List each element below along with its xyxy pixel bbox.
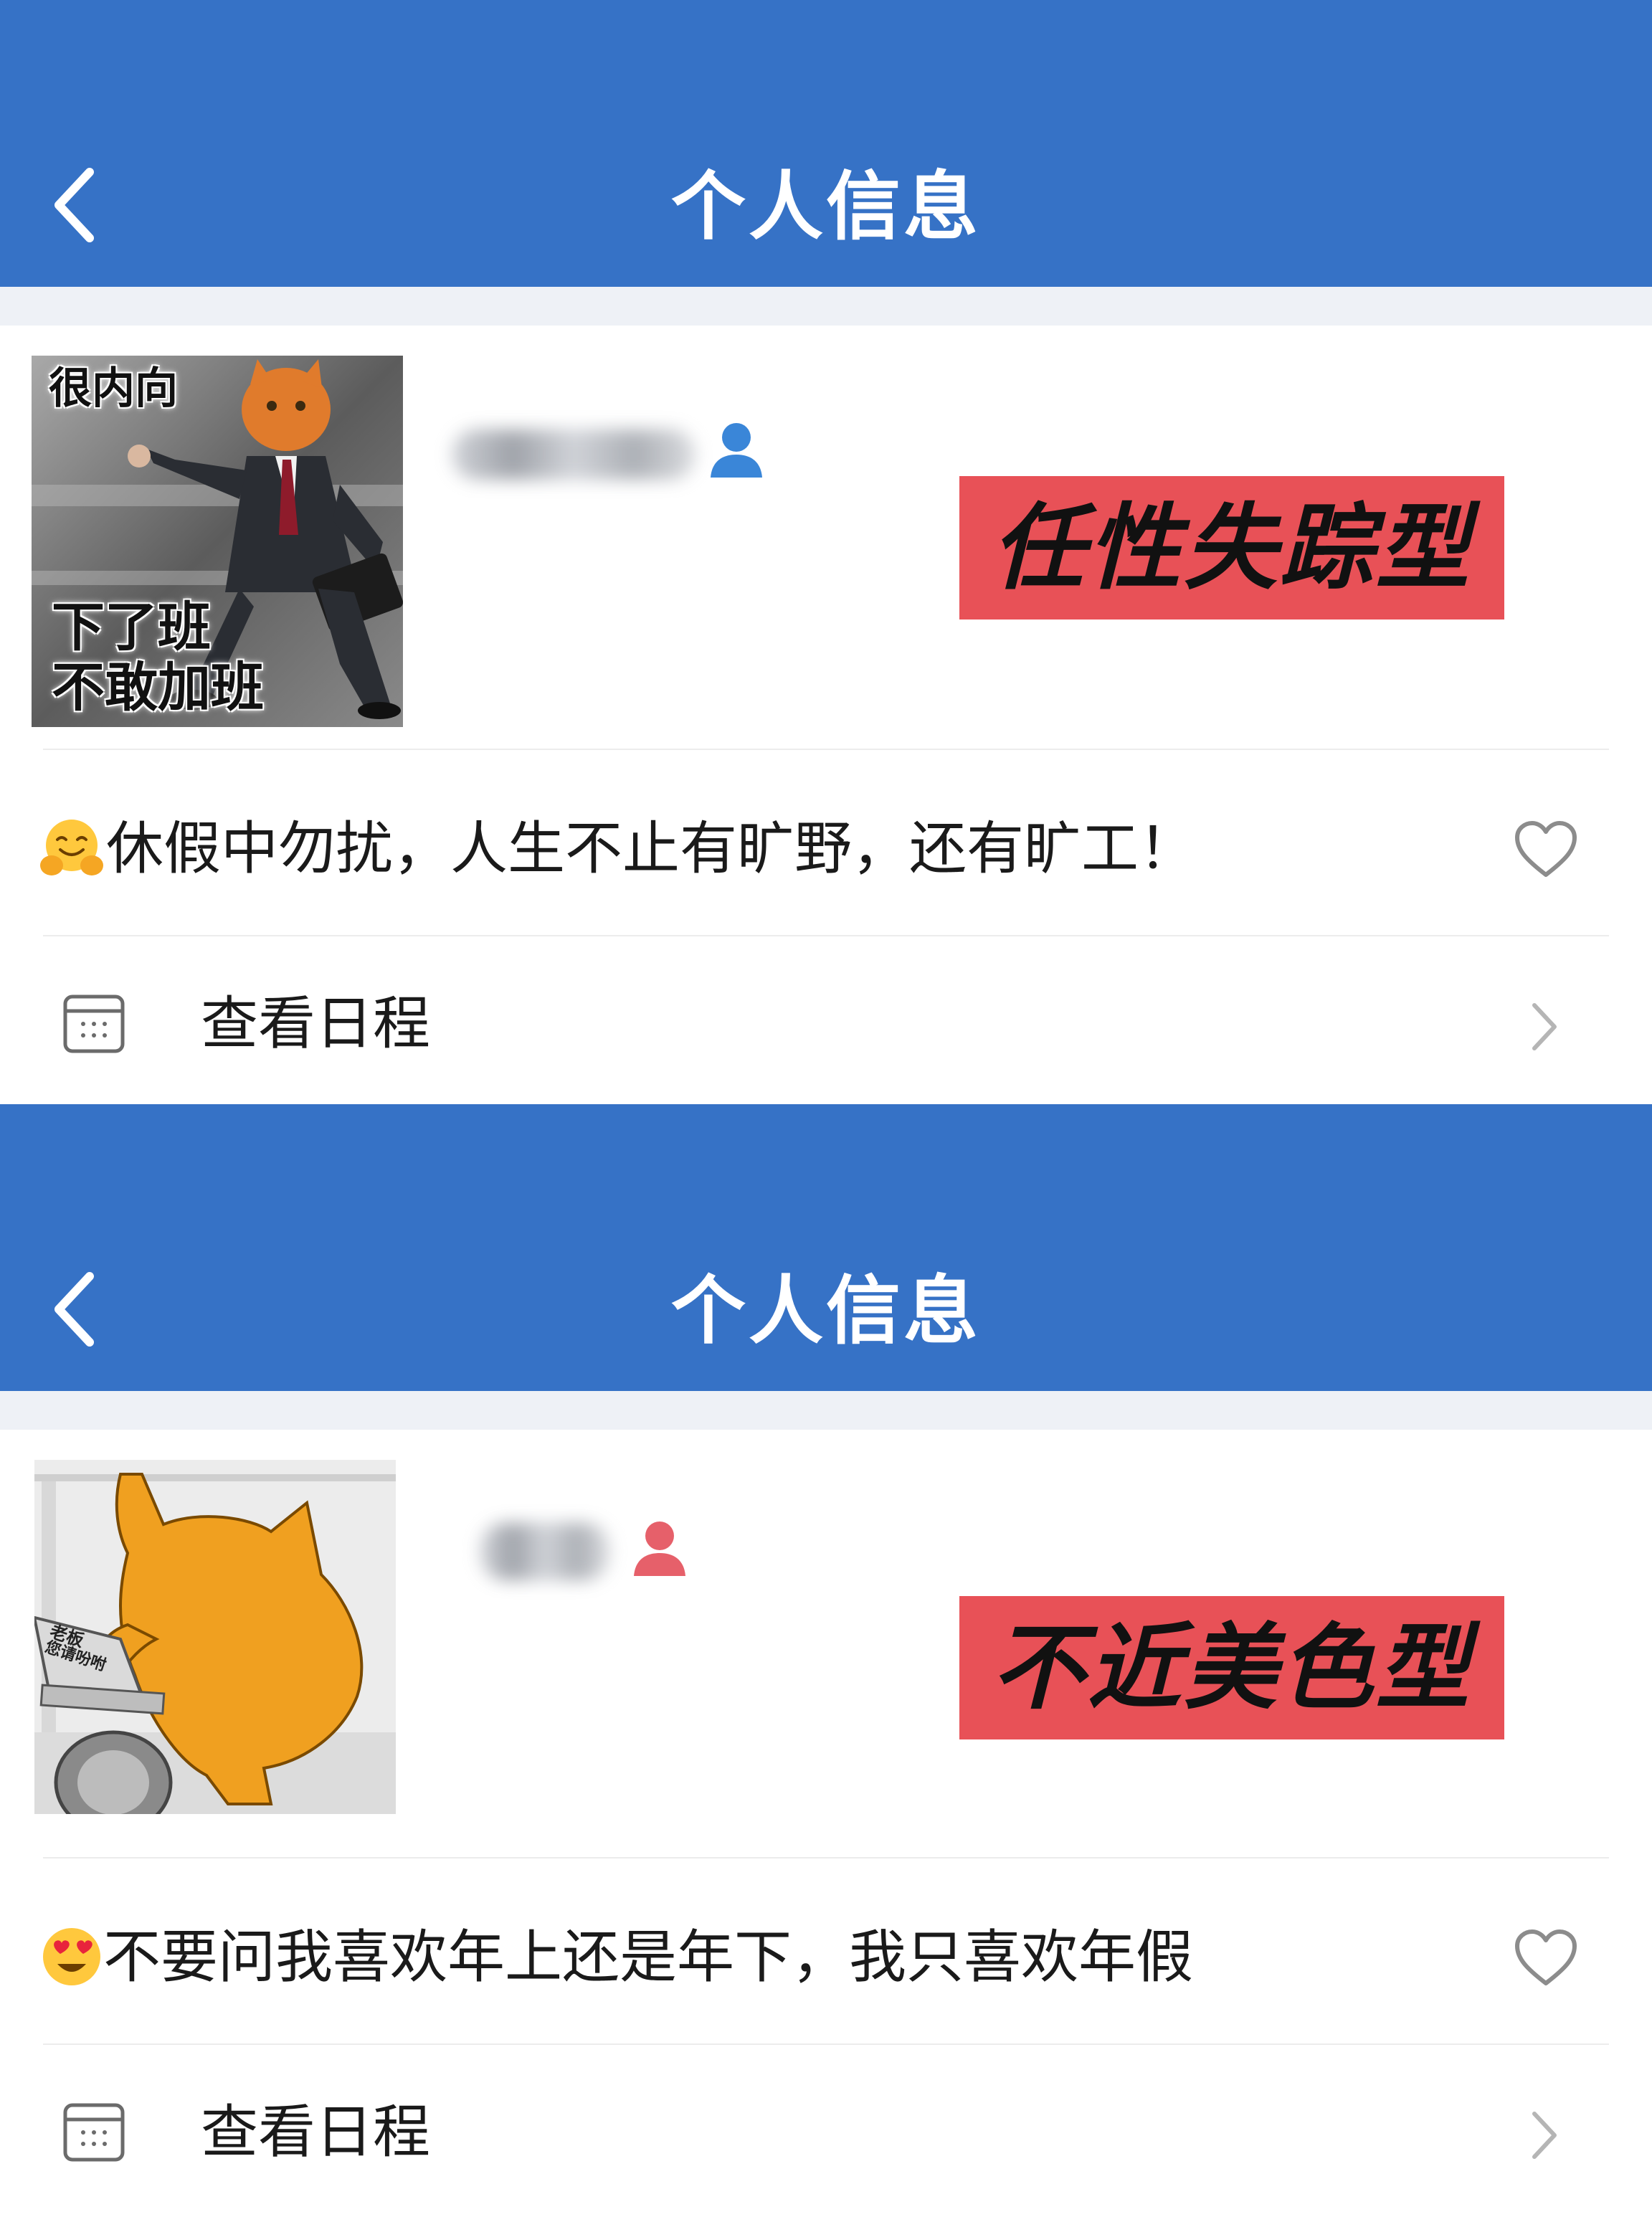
user-icon [634, 1521, 685, 1576]
avatar[interactable]: 很内向 下了班 不敢加班 [32, 356, 403, 727]
view-schedule-row[interactable]: 查看日程 [0, 2045, 1652, 2217]
profile-panel-1: 个人信息 很内向 下了班 不敢加班 任性失踪型 休假中勿扰，人生不止有旷野，还有… [0, 0, 1652, 1104]
heart-icon[interactable] [1513, 819, 1579, 879]
username-blurred [452, 429, 696, 480]
hugging-face-emoji-icon [40, 820, 103, 875]
avatar[interactable]: 老板 您请吩咐 [34, 1460, 396, 1814]
status-message: 休假中勿扰，人生不止有旷野，还有旷工！ [106, 815, 1196, 882]
avatar-caption-top: 很内向 [49, 364, 178, 414]
section-gap [0, 1391, 1652, 1430]
header-bar: 个人信息 [0, 1104, 1652, 1391]
heart-icon[interactable] [1513, 1927, 1579, 1988]
section-gap [0, 287, 1652, 326]
header-bar: 个人信息 [0, 0, 1652, 287]
avatar-caption-bottom-2: 不敢加班 [52, 657, 264, 718]
page-title: 个人信息 [670, 163, 981, 250]
avatar-caption-bottom-1: 下了班 [52, 597, 211, 658]
status-row[interactable]: 不要问我喜欢年上还是年下，我只喜欢年假 [0, 1858, 1652, 2043]
status-row[interactable]: 休假中勿扰，人生不止有旷野，还有旷工！ [0, 750, 1652, 935]
profile-card: 老板 您请吩咐 不近美色型 不要问我喜欢年上还是年下，我只喜欢年假 查看日程 [0, 1430, 1652, 2203]
page-title: 个人信息 [670, 1267, 981, 1354]
personality-tag: 任性失踪型 [959, 476, 1504, 619]
username-blurred [480, 1523, 609, 1580]
status-message: 不要问我喜欢年上还是年下，我只喜欢年假 [103, 1924, 1193, 1990]
calendar-icon [63, 994, 125, 1053]
user-icon [711, 423, 762, 478]
heart-eyes-emoji-icon [43, 1928, 100, 1985]
view-schedule-row[interactable]: 查看日程 [0, 936, 1652, 1108]
personality-tag: 不近美色型 [959, 1596, 1504, 1739]
chevron-right-icon [1532, 2112, 1557, 2159]
chevron-right-icon [1532, 1003, 1557, 1050]
view-schedule-label: 查看日程 [201, 2099, 430, 2165]
avatar-image [34, 1460, 396, 1814]
calendar-icon [63, 2103, 125, 2162]
profile-panel-2: 个人信息 老板 您请吩咐 不近美色型 不要问我喜欢年上还是年下，我只喜欢年假 查… [0, 1104, 1652, 2203]
view-schedule-label: 查看日程 [201, 990, 430, 1057]
profile-card: 很内向 下了班 不敢加班 任性失踪型 休假中勿扰，人生不止有旷野，还有旷工！ 查… [0, 326, 1652, 1103]
